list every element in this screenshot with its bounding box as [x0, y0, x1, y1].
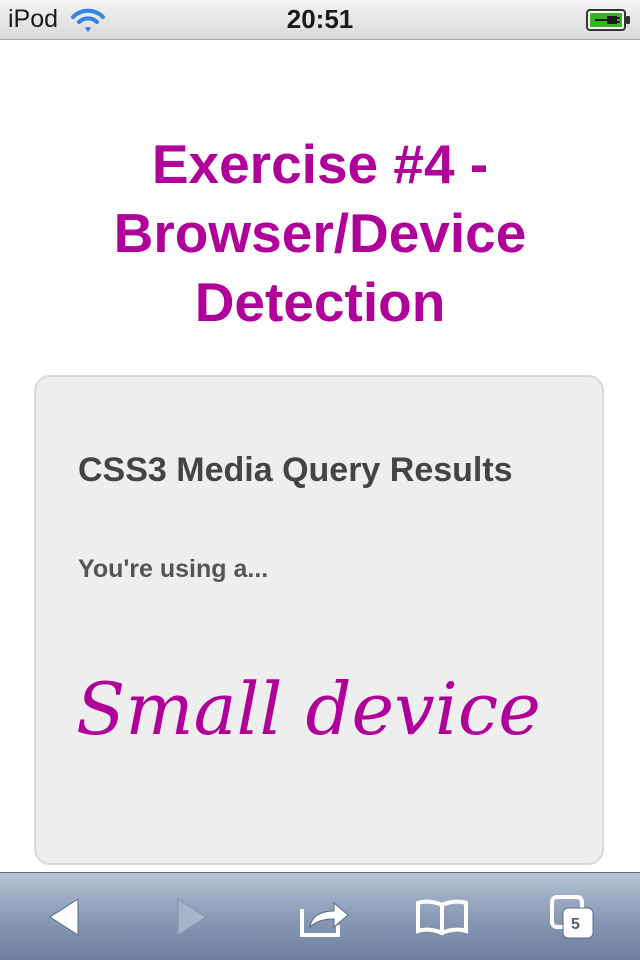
tabs-count: 5 [571, 916, 580, 933]
forward-button[interactable] [160, 891, 224, 943]
tabs-button[interactable]: 5 [540, 891, 604, 943]
tabs-pages-icon: 5 [549, 894, 595, 940]
browser-toolbar: 5 [0, 872, 640, 960]
bookmarks-button[interactable] [410, 891, 474, 943]
bookmarks-book-icon [416, 899, 468, 935]
card-heading: CSS3 Media Query Results [78, 451, 513, 489]
results-card: CSS3 Media Query Results You're using a.… [34, 375, 604, 865]
back-arrow-icon [46, 897, 82, 937]
card-prompt: You're using a... [78, 555, 269, 583]
share-button[interactable] [292, 891, 356, 943]
share-icon [298, 897, 350, 937]
device-result: Small device [76, 667, 541, 751]
battery-charging-icon [586, 8, 632, 32]
forward-arrow-icon [174, 897, 210, 937]
status-bar: iPod 20:51 [0, 0, 640, 40]
clock: 20:51 [286, 4, 354, 34]
back-button[interactable] [32, 891, 96, 943]
page-title: Exercise #4 - Browser/Device Detection [113, 133, 527, 333]
